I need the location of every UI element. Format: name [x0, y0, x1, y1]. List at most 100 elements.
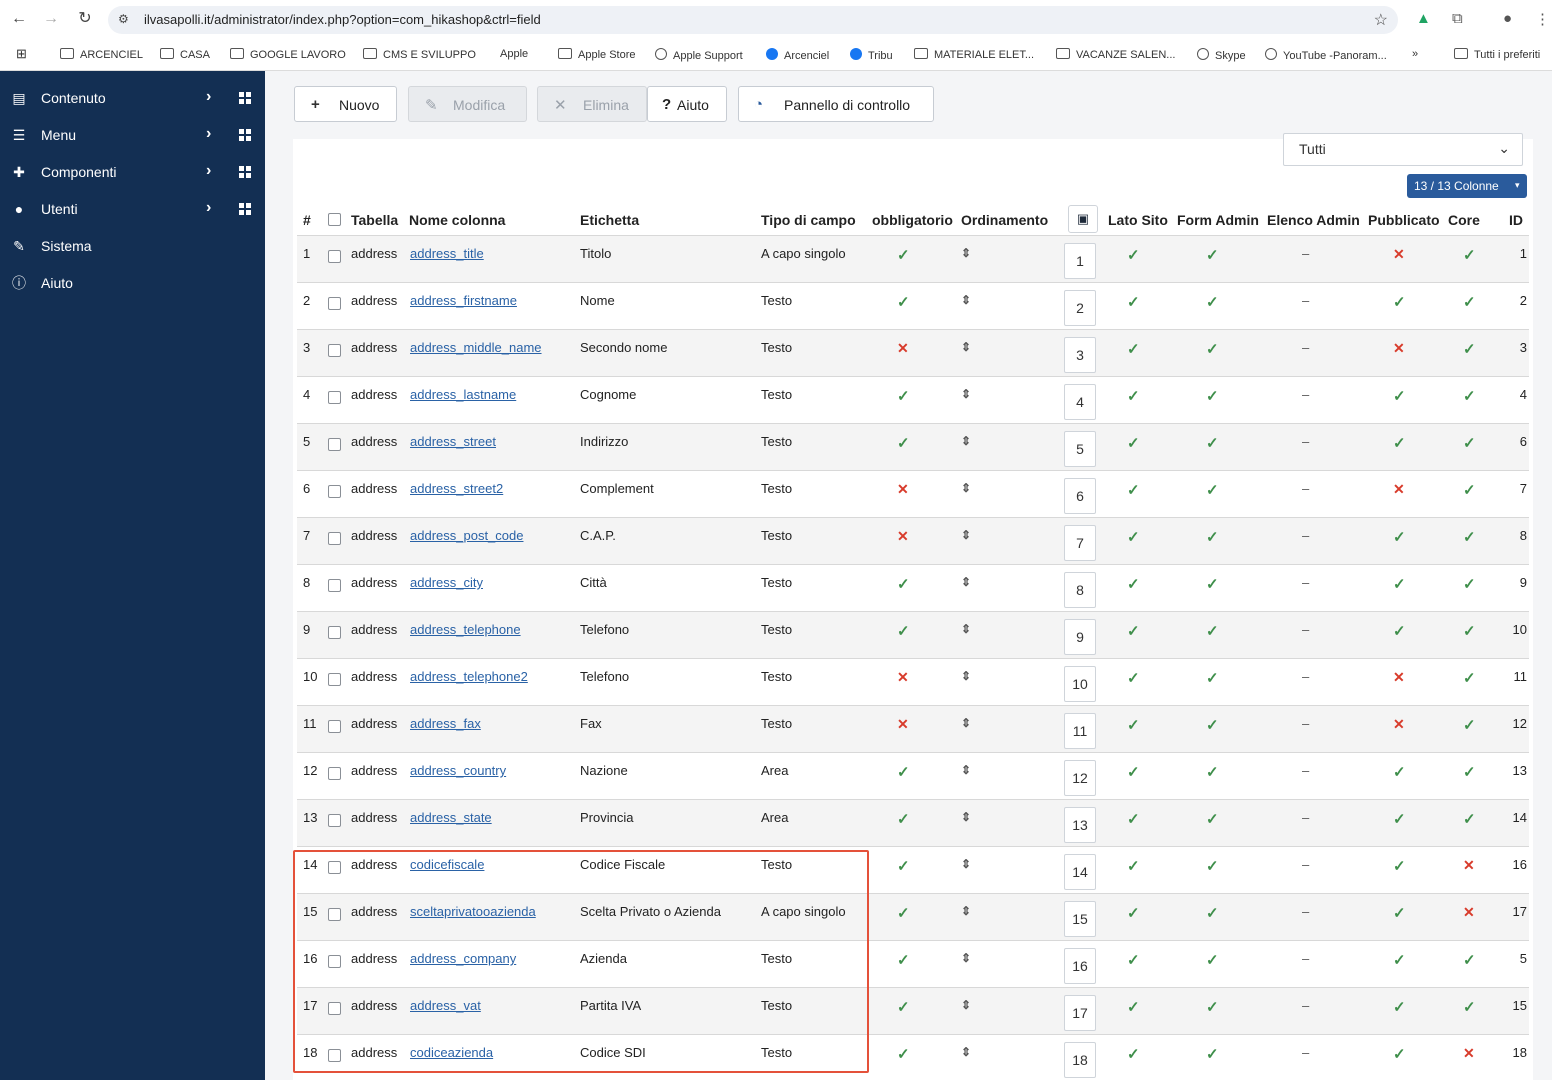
- bookmark-link[interactable]: Apple Store: [558, 48, 635, 61]
- drag-handle-icon[interactable]: ⇕: [961, 904, 971, 918]
- bookmark-folder[interactable]: GOOGLE LAVORO: [230, 48, 346, 61]
- row-checkbox[interactable]: [328, 1049, 341, 1062]
- column-name-link[interactable]: codiceazienda: [410, 1045, 493, 1060]
- column-name-link[interactable]: address_city: [410, 575, 483, 590]
- check-icon[interactable]: ✓: [1127, 481, 1140, 499]
- drag-handle-icon[interactable]: ⇕: [961, 951, 971, 965]
- header-num[interactable]: #: [303, 212, 311, 228]
- header-core[interactable]: Core: [1448, 212, 1480, 228]
- dashboard-grid-icon[interactable]: [239, 166, 252, 178]
- column-name-link[interactable]: address_company: [410, 951, 516, 966]
- check-icon[interactable]: ✓: [1463, 340, 1476, 358]
- check-icon[interactable]: ✓: [1463, 528, 1476, 546]
- new-button[interactable]: + Nuovo: [294, 86, 397, 122]
- column-name-link[interactable]: address_country: [410, 763, 506, 778]
- check-icon[interactable]: ✓: [1206, 246, 1219, 264]
- header-label[interactable]: Etichetta: [580, 212, 639, 228]
- column-name-link[interactable]: address_post_code: [410, 528, 523, 543]
- check-icon[interactable]: ✓: [1206, 998, 1219, 1016]
- check-icon[interactable]: ✓: [1393, 1045, 1406, 1063]
- drag-handle-icon[interactable]: ⇕: [961, 998, 971, 1012]
- header-required[interactable]: obbligatorio: [872, 212, 953, 228]
- check-icon[interactable]: ✓: [1206, 528, 1219, 546]
- site-settings-icon[interactable]: ⚙: [118, 12, 129, 26]
- bookmark-folder[interactable]: CASA: [160, 48, 210, 61]
- cross-icon[interactable]: ✕: [897, 669, 909, 686]
- check-icon[interactable]: ✓: [1127, 434, 1140, 452]
- order-input[interactable]: 2: [1064, 290, 1096, 326]
- bookmark-link[interactable]: Tribu: [850, 48, 893, 62]
- cross-icon[interactable]: ✕: [1393, 481, 1405, 498]
- cross-icon[interactable]: ✕: [897, 528, 909, 545]
- browser-menu-icon[interactable]: ⋮: [1535, 10, 1550, 28]
- check-icon[interactable]: ✓: [1127, 951, 1140, 969]
- check-icon[interactable]: ✓: [897, 387, 910, 405]
- check-icon[interactable]: ✓: [1127, 575, 1140, 593]
- column-name-link[interactable]: address_title: [410, 246, 484, 261]
- check-icon[interactable]: ✓: [1127, 716, 1140, 734]
- bookmark-folder[interactable]: Tutti i preferiti: [1454, 48, 1540, 61]
- order-input[interactable]: 1: [1064, 243, 1096, 279]
- column-name-link[interactable]: address_firstname: [410, 293, 517, 308]
- check-icon[interactable]: ✓: [1206, 763, 1219, 781]
- row-checkbox[interactable]: [328, 391, 341, 404]
- check-icon[interactable]: ✓: [1206, 434, 1219, 452]
- order-input[interactable]: 12: [1064, 760, 1096, 796]
- check-icon[interactable]: ✓: [1393, 434, 1406, 452]
- bookmark-folder[interactable]: ARCENCIEL: [60, 48, 143, 61]
- check-icon[interactable]: ✓: [1393, 575, 1406, 593]
- check-icon[interactable]: ✓: [1127, 340, 1140, 358]
- row-checkbox[interactable]: [328, 438, 341, 451]
- header-admin-list[interactable]: Elenco Admin: [1267, 212, 1360, 228]
- check-icon[interactable]: ✓: [1463, 810, 1476, 828]
- bookmark-link[interactable]: Apple Support: [655, 48, 743, 62]
- bookmark-link[interactable]: Skype: [1197, 48, 1246, 62]
- check-icon[interactable]: ✓: [897, 810, 910, 828]
- chevron-right-icon[interactable]: ›: [206, 88, 211, 106]
- header-published[interactable]: Pubblicato: [1368, 212, 1440, 228]
- bookmark-link[interactable]: Arcenciel: [766, 48, 829, 62]
- check-icon[interactable]: ✓: [1206, 575, 1219, 593]
- column-name-link[interactable]: address_telephone: [410, 622, 521, 637]
- cross-icon[interactable]: ✕: [897, 716, 909, 733]
- row-checkbox[interactable]: [328, 861, 341, 874]
- cross-icon[interactable]: ✕: [1393, 716, 1405, 733]
- drag-handle-icon[interactable]: ⇕: [961, 387, 971, 401]
- check-icon[interactable]: ✓: [897, 998, 910, 1016]
- drag-handle-icon[interactable]: ⇕: [961, 857, 971, 871]
- check-icon[interactable]: ✓: [897, 1045, 910, 1063]
- row-checkbox[interactable]: [328, 485, 341, 498]
- check-icon[interactable]: ✓: [1127, 904, 1140, 922]
- header-id[interactable]: ID: [1509, 212, 1523, 228]
- check-icon[interactable]: ✓: [1463, 716, 1476, 734]
- select-all-checkbox[interactable]: [328, 213, 341, 226]
- check-icon[interactable]: ✓: [1206, 340, 1219, 358]
- check-icon[interactable]: ✓: [1127, 763, 1140, 781]
- check-icon[interactable]: ✓: [1127, 857, 1140, 875]
- check-icon[interactable]: ✓: [897, 763, 910, 781]
- sidebar-item-componenti[interactable]: ✚ Componenti ›: [0, 154, 265, 191]
- forward-arrow-icon[interactable]: →: [41, 9, 61, 29]
- column-name-link[interactable]: sceltaprivatooazienda: [410, 904, 536, 919]
- check-icon[interactable]: ✓: [897, 622, 910, 640]
- check-icon[interactable]: ✓: [1393, 387, 1406, 405]
- order-input[interactable]: 13: [1064, 807, 1096, 843]
- row-checkbox[interactable]: [328, 250, 341, 263]
- check-icon[interactable]: ✓: [1463, 575, 1476, 593]
- header-column-name[interactable]: Nome colonna: [409, 212, 505, 228]
- check-icon[interactable]: ✓: [1206, 810, 1219, 828]
- order-input[interactable]: 15: [1064, 901, 1096, 937]
- check-icon[interactable]: ✓: [1463, 293, 1476, 311]
- row-checkbox[interactable]: [328, 297, 341, 310]
- check-icon[interactable]: ✓: [1127, 1045, 1140, 1063]
- check-icon[interactable]: ✓: [1393, 904, 1406, 922]
- check-icon[interactable]: ✓: [1393, 763, 1406, 781]
- chevron-right-icon[interactable]: ›: [206, 162, 211, 180]
- bookmark-folder[interactable]: MATERIALE ELET...: [914, 48, 1034, 61]
- edit-button[interactable]: ✎ Modifica: [408, 86, 527, 122]
- address-bar[interactable]: ⚙ ilvasapolli.it/administrator/index.php…: [108, 6, 1398, 34]
- cross-icon[interactable]: ✕: [897, 481, 909, 498]
- check-icon[interactable]: ✓: [1206, 387, 1219, 405]
- url-text[interactable]: ilvasapolli.it/administrator/index.php?o…: [144, 12, 541, 27]
- google-drive-icon[interactable]: ▲: [1416, 10, 1431, 27]
